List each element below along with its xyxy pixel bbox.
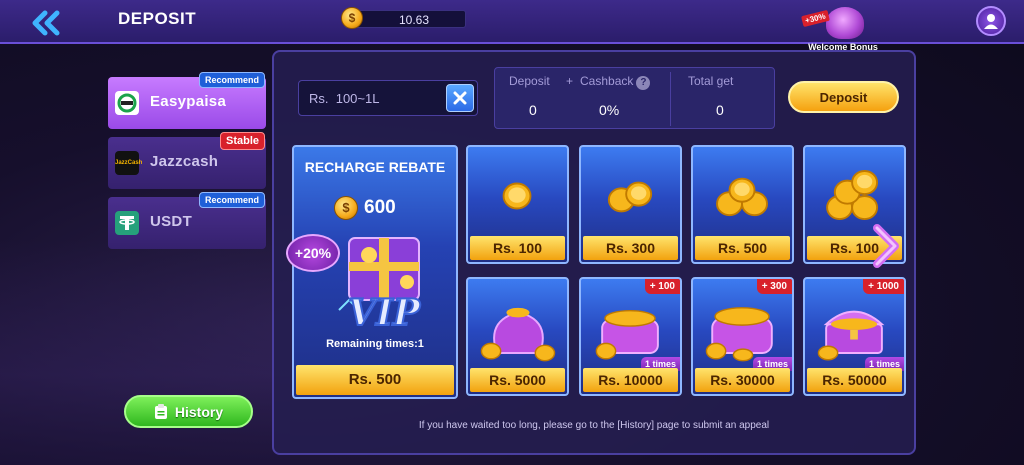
coin-stack-icon [826, 170, 879, 221]
deposit-option-card[interactable]: + 1000 1 times Rs. 50000 [803, 277, 906, 396]
option-price: Rs. 50000 [807, 368, 902, 392]
coin-stack-icon [607, 181, 653, 213]
history-label: History [174, 403, 224, 420]
bonus-badge: + 300 [756, 279, 792, 294]
deposit-option-card[interactable]: + 300 1 times Rs. 30000 [691, 277, 794, 396]
close-icon [453, 91, 467, 105]
appeal-note: If you have waited too long, please go t… [418, 420, 770, 431]
plus-sign: + [566, 74, 574, 88]
history-button[interactable]: History [124, 395, 253, 428]
bonus-badge: + 100 [644, 279, 680, 294]
double-chevron-left-icon [32, 10, 60, 36]
option-price: Rs. 500 [695, 236, 790, 260]
page-title: DEPOSIT [118, 9, 197, 28]
easypaisa-icon [115, 91, 139, 115]
deposit-option-card[interactable]: Rs. 100 [466, 145, 569, 264]
deposit-value: 0 [529, 102, 537, 118]
divider [670, 72, 671, 126]
clear-button[interactable] [446, 84, 474, 112]
clipboard-icon [154, 403, 167, 419]
balance-display: $ 10.63 [341, 7, 466, 29]
back-button[interactable] [30, 10, 66, 36]
rebate-price: Rs. 500 [296, 365, 454, 395]
recommend-badge: Recommend [198, 72, 265, 88]
cashback-label: Cashback? [580, 74, 651, 90]
rebate-amount: 600 [364, 197, 396, 218]
deposit-summary: Deposit + Cashback? Total get 0 0% 0 [494, 67, 775, 129]
option-price: Rs. 100 [470, 236, 565, 260]
method-easypaisa[interactable]: Easypaisa Recommend [108, 72, 266, 129]
recommend-badge: Recommend [198, 192, 265, 208]
option-price: Rs. 30000 [695, 368, 790, 392]
top-bar: DEPOSIT $ 10.63 +30% Welcome Bonus [0, 0, 1024, 52]
stable-badge: Stable [219, 132, 265, 150]
method-jazzcash[interactable]: JazzCash Jazzcash Stable [108, 132, 266, 189]
avatar[interactable] [976, 6, 1006, 36]
option-price: Rs. 300 [583, 236, 678, 260]
tether-icon [115, 211, 139, 235]
welcome-bonus-button[interactable]: +30% Welcome Bonus [800, 3, 886, 53]
option-price: Rs. 5000 [470, 368, 565, 392]
coin-pouch-icon [480, 307, 556, 362]
rebate-title: RECHARGE REBATE [304, 159, 446, 175]
remaining-times: Remaining times:1 [326, 338, 424, 350]
deposit-option-card[interactable]: Rs. 500 [691, 145, 794, 264]
recharge-rebate-card[interactable]: RECHARGE REBATE $ 600 VIP +20% Remaining… [286, 145, 458, 399]
balance-value: 10.63 [398, 13, 429, 27]
magic-lamp-icon [826, 7, 864, 39]
total-label: Total get [688, 74, 734, 88]
rebate-bonus-badge: +20% [286, 234, 340, 272]
jazzcash-icon: JazzCash [115, 151, 142, 175]
deposit-label: Deposit [509, 74, 550, 88]
user-icon [984, 14, 998, 29]
bonus-badge: + 1000 [863, 279, 904, 294]
coin-bag-icon [705, 307, 773, 362]
method-label: USDT [150, 213, 193, 230]
method-label: Easypaisa [150, 93, 227, 110]
coin-icon: $ [334, 196, 358, 220]
help-icon[interactable]: ? [636, 76, 651, 90]
cashback-value: 0% [599, 102, 620, 118]
treasure-chest-icon [817, 310, 885, 361]
background-decoration [0, 240, 290, 465]
deposit-option-card[interactable]: Rs. 300 [579, 145, 682, 264]
method-label: Jazzcash [150, 153, 219, 170]
method-usdt[interactable]: USDT Recommend [108, 192, 266, 249]
deposit-option-card[interactable]: + 100 1 times Rs. 10000 [579, 277, 682, 396]
deposit-button[interactable]: Deposit [788, 81, 899, 113]
coin-stack-icon [716, 177, 768, 217]
svg-text:VIP: VIP [348, 292, 421, 334]
total-value: 0 [716, 102, 724, 118]
coin-purse-icon [595, 309, 659, 360]
coin-icon: $ [341, 7, 363, 29]
coin-stack-icon [502, 182, 532, 210]
option-price: Rs. 10000 [583, 368, 678, 392]
vip-gift-icon: VIP [338, 237, 422, 335]
chevron-right-icon [873, 224, 899, 268]
next-page-button[interactable] [871, 224, 901, 268]
deposit-option-card[interactable]: Rs. 5000 [466, 277, 569, 396]
